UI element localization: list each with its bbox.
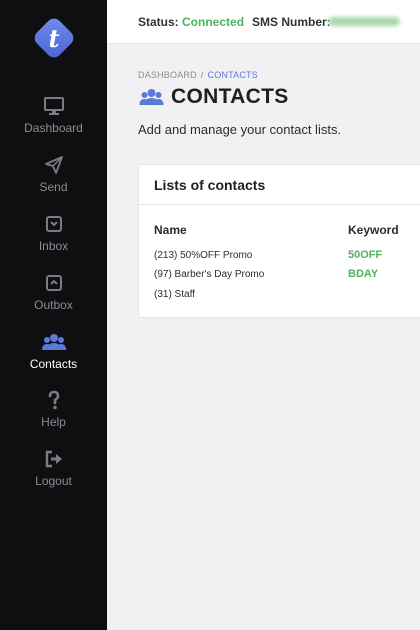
- sidebar-item-label: Outbox: [34, 298, 73, 312]
- table-row[interactable]: (213) 50%OFF Promo 50OFF: [139, 249, 420, 268]
- contact-list-keyword: BDAY: [348, 268, 379, 280]
- contact-lists-card: Lists of contacts Name Keyword (213) 50%…: [138, 164, 420, 318]
- users-icon: [41, 332, 66, 352]
- sign-out-icon: [44, 449, 64, 469]
- status-label: Status:: [138, 15, 179, 29]
- outbox-icon: [44, 273, 64, 293]
- sms-number-label: SMS Number:: [252, 15, 331, 29]
- sidebar-item-dashboard[interactable]: Dashboard: [0, 96, 107, 146]
- sms-number-redacted: [328, 17, 400, 26]
- sidebar-item-inbox[interactable]: Inbox: [0, 214, 107, 264]
- sidebar-item-label: Logout: [35, 474, 72, 488]
- sidebar-item-help[interactable]: Help: [0, 390, 107, 440]
- monitor-icon: [43, 96, 64, 116]
- column-header-name: Name: [154, 223, 187, 237]
- top-bar: Status: Connected SMS Number:: [107, 0, 420, 44]
- status-value: Connected: [182, 15, 245, 29]
- sidebar-item-outbox[interactable]: Outbox: [0, 273, 107, 323]
- breadcrumb-separator: /: [200, 70, 204, 80]
- breadcrumb-current[interactable]: CONTACTS: [208, 70, 258, 80]
- inbox-icon: [44, 214, 64, 234]
- sidebar-item-label: Help: [41, 415, 66, 429]
- users-icon: [138, 87, 165, 107]
- sidebar-item-label: Send: [39, 180, 68, 194]
- sidebar-item-label: Contacts: [29, 357, 78, 371]
- app-logo[interactable]: t: [30, 14, 78, 62]
- page-subtitle: Add and manage your contact lists.: [138, 122, 342, 137]
- svg-text:t: t: [48, 24, 59, 53]
- column-header-keyword: Keyword: [348, 223, 399, 237]
- sidebar-item-logout[interactable]: Logout: [0, 449, 107, 499]
- sidebar: t Dashboard Send Inbox Outbox Contacts H…: [0, 0, 107, 630]
- contact-list-name[interactable]: (97) Barber's Day Promo: [154, 269, 264, 280]
- page-title-text: CONTACTS: [171, 85, 289, 108]
- table-row[interactable]: (31) Staff: [139, 288, 420, 307]
- card-title: Lists of contacts: [154, 177, 266, 193]
- table-row[interactable]: (97) Barber's Day Promo BDAY: [139, 268, 420, 287]
- sidebar-item-contacts[interactable]: Contacts: [0, 332, 107, 382]
- sidebar-item-send[interactable]: Send: [0, 155, 107, 205]
- page-title: CONTACTS: [138, 85, 289, 111]
- contact-list-keyword: 50OFF: [348, 249, 383, 261]
- sidebar-item-label: Dashboard: [24, 121, 83, 135]
- card-header: Lists of contacts: [139, 165, 420, 205]
- contact-list-name[interactable]: (213) 50%OFF Promo: [154, 250, 252, 261]
- question-icon: [44, 390, 64, 410]
- breadcrumb-dashboard-link[interactable]: DASHBOARD: [138, 70, 197, 80]
- breadcrumb: DASHBOARD / CONTACTS: [138, 70, 258, 80]
- connection-status: Status: Connected: [138, 15, 244, 29]
- sidebar-item-label: Inbox: [38, 239, 69, 253]
- paper-plane-icon: [44, 155, 64, 175]
- contact-list-name[interactable]: (31) Staff: [154, 289, 195, 300]
